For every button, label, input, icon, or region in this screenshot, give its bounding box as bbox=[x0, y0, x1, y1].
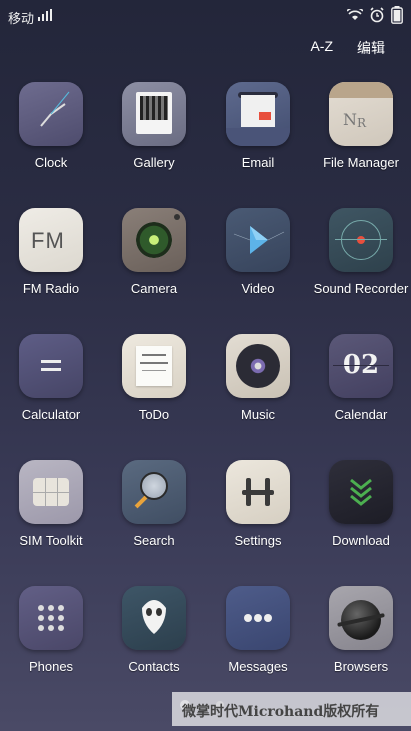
sort-az-button[interactable]: A-Z bbox=[310, 38, 333, 58]
app-label: Camera bbox=[130, 281, 178, 296]
app-messages[interactable]: Messages bbox=[208, 586, 308, 674]
app-label: SIM Toolkit bbox=[19, 533, 83, 548]
app-label: Phones bbox=[28, 659, 74, 674]
app-email[interactable]: Email bbox=[208, 82, 308, 170]
camera-icon bbox=[122, 208, 186, 272]
messages-icon bbox=[226, 586, 290, 650]
app-label: Search bbox=[133, 533, 175, 548]
app-label: Clock bbox=[34, 155, 68, 170]
calendar-icon: 02 bbox=[329, 334, 393, 398]
app-calendar[interactable]: 02 Calendar bbox=[311, 334, 411, 422]
settings-icon bbox=[226, 460, 290, 524]
app-fm-radio[interactable]: FM FM Radio bbox=[1, 208, 101, 296]
app-contacts[interactable]: Contacts bbox=[104, 586, 204, 674]
phones-icon bbox=[19, 586, 83, 650]
app-gallery[interactable]: Gallery bbox=[104, 82, 204, 170]
app-label: File Manager bbox=[323, 155, 399, 170]
calculator-icon bbox=[19, 334, 83, 398]
alarm-icon bbox=[370, 7, 384, 23]
app-label: Sound Recorder bbox=[313, 281, 409, 296]
clock-icon bbox=[19, 82, 83, 146]
app-file-manager[interactable]: N R File Manager bbox=[311, 82, 411, 170]
app-label: Settings bbox=[234, 533, 282, 548]
app-clock[interactable]: Clock bbox=[1, 82, 101, 170]
app-label: ToDo bbox=[138, 407, 170, 422]
watermark: 微掌时代Microhand版权所有 bbox=[172, 692, 411, 726]
app-label: Calendar bbox=[334, 407, 388, 422]
music-icon bbox=[226, 334, 290, 398]
carrier-label: 移动 bbox=[8, 11, 35, 26]
app-music[interactable]: Music bbox=[208, 334, 308, 422]
fm-radio-icon: FM bbox=[19, 208, 83, 272]
app-calculator[interactable]: Calculator bbox=[1, 334, 101, 422]
app-browsers[interactable]: Browsers bbox=[311, 586, 411, 674]
download-icon bbox=[329, 460, 393, 524]
app-sim-toolkit[interactable]: SIM Toolkit bbox=[1, 460, 101, 548]
app-phones[interactable]: Phones bbox=[1, 586, 101, 674]
app-label: FM Radio bbox=[22, 281, 80, 296]
app-download[interactable]: Download bbox=[311, 460, 411, 548]
contacts-icon bbox=[122, 586, 186, 650]
app-label: Messages bbox=[228, 659, 288, 674]
top-actions: A-Z 编辑 bbox=[310, 38, 385, 58]
edit-button[interactable]: 编辑 bbox=[357, 38, 385, 58]
app-label: Gallery bbox=[133, 155, 175, 170]
app-settings[interactable]: Settings bbox=[208, 460, 308, 548]
app-label: Download bbox=[332, 533, 390, 548]
sim-toolkit-icon bbox=[19, 460, 83, 524]
search-icon bbox=[122, 460, 186, 524]
app-label: Browsers bbox=[333, 659, 389, 674]
gallery-icon bbox=[122, 82, 186, 146]
app-search[interactable]: Search bbox=[104, 460, 204, 548]
wifi-icon bbox=[347, 9, 363, 20]
app-label: Music bbox=[241, 407, 275, 422]
file-manager-icon: N R bbox=[329, 82, 393, 146]
signal-icon bbox=[38, 9, 52, 21]
video-icon bbox=[226, 208, 290, 272]
app-label: Contacts bbox=[128, 659, 180, 674]
app-label: Calculator bbox=[21, 407, 81, 422]
app-camera[interactable]: Camera bbox=[104, 208, 204, 296]
email-icon bbox=[226, 82, 290, 146]
battery-icon bbox=[391, 6, 403, 24]
app-sound-recorder[interactable]: Sound Recorder bbox=[311, 208, 411, 296]
app-video[interactable]: Video bbox=[208, 208, 308, 296]
fm-icon-text: FM bbox=[31, 228, 65, 253]
app-todo[interactable]: ToDo bbox=[104, 334, 204, 422]
sound-recorder-icon bbox=[329, 208, 393, 272]
app-label: Email bbox=[241, 155, 275, 170]
todo-icon bbox=[122, 334, 186, 398]
app-label: Video bbox=[241, 281, 275, 296]
browsers-icon bbox=[329, 586, 393, 650]
status-bar: 移动 bbox=[0, 0, 411, 30]
